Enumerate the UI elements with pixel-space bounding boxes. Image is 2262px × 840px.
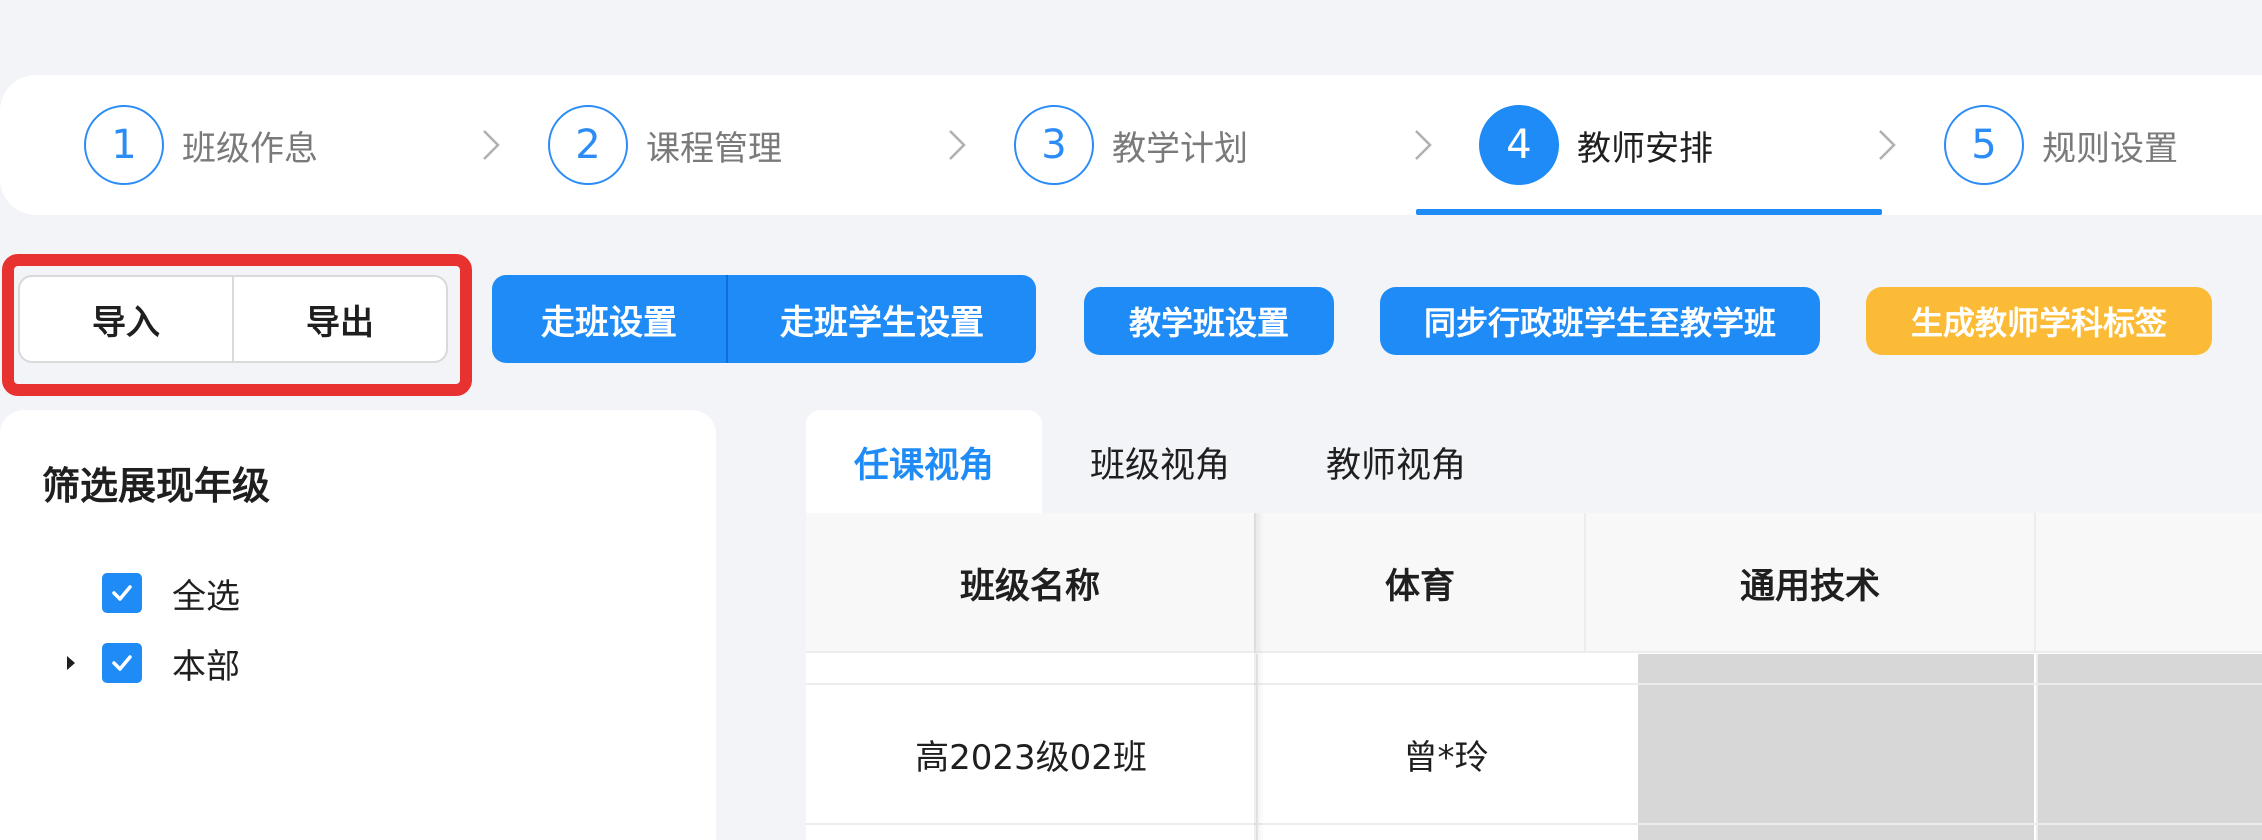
table-row-class-name: 高2023级02班 (915, 737, 1147, 778)
step-label: 规则设置 (2042, 128, 2178, 169)
walk-class-student-settings-button[interactable]: 走班学生设置 (728, 275, 1036, 363)
step-number: 5 (1944, 105, 2024, 185)
fixed-column-shadow (1254, 513, 1264, 840)
step-rule-settings[interactable]: 5 规则设置 (1944, 75, 2178, 215)
column-header-general-tech: 通用技术 (1586, 513, 2036, 653)
step-label: 班级作息 (182, 128, 318, 169)
chevron-right-icon (936, 125, 976, 165)
teaching-class-settings-button[interactable]: 教学班设置 (1084, 287, 1334, 355)
tab-teacher-view[interactable]: 教师视角 (1278, 410, 1514, 515)
sync-students-button[interactable]: 同步行政班学生至教学班 (1380, 287, 1820, 355)
walk-class-button-group: 走班设置 走班学生设置 (492, 275, 1036, 363)
caret-right-icon[interactable] (60, 643, 82, 683)
tree-item-select-all[interactable]: 全选 (60, 568, 240, 618)
chevron-right-icon (470, 125, 510, 165)
step-label: 教师安排 (1577, 128, 1713, 169)
step-number: 2 (548, 105, 628, 185)
tab-class-view[interactable]: 班级视角 (1042, 410, 1278, 515)
chevron-right-icon (1402, 125, 1442, 165)
step-number: 4 (1479, 105, 1559, 185)
step-teaching-plan[interactable]: 3 教学计划 (1014, 75, 1248, 215)
grade-filter-panel: 筛选展现年级 全选 本部 (0, 410, 716, 840)
walk-class-settings-button[interactable]: 走班设置 (492, 275, 728, 363)
active-step-underline (1416, 209, 1882, 215)
filter-title: 筛选展现年级 (42, 464, 271, 508)
view-tabs: 任课视角 班级视角 教师视角 (806, 410, 1514, 515)
tree-item-main-campus[interactable]: 本部 (60, 638, 240, 688)
checkbox-checked-icon[interactable] (102, 573, 142, 613)
chevron-right-icon (1866, 125, 1906, 165)
step-label: 课程管理 (646, 128, 782, 169)
unassigned-cell (2038, 654, 2262, 840)
column-header-class-name: 班级名称 (806, 513, 1256, 653)
checkbox-checked-icon[interactable] (102, 643, 142, 683)
step-teacher-arrangement[interactable]: 4 教师安排 (1479, 75, 1713, 215)
table-header: 班级名称 体育 通用技术 (806, 513, 2262, 653)
tab-course-view[interactable]: 任课视角 (806, 410, 1042, 515)
step-class-schedule[interactable]: 1 班级作息 (84, 75, 318, 215)
assignment-table: 班级名称 体育 通用技术 高2023级02班 曾*玲 (806, 513, 2262, 840)
tree-item-label: 全选 (172, 576, 240, 617)
highlight-annotation (2, 254, 472, 396)
step-number: 3 (1014, 105, 1094, 185)
unassigned-cell (1638, 654, 2034, 840)
table-row-pe-teacher[interactable]: 曾*玲 (1256, 685, 1636, 823)
step-course-management[interactable]: 2 课程管理 (548, 75, 782, 215)
step-label: 教学计划 (1112, 128, 1248, 169)
generate-teacher-tags-button[interactable]: 生成教师学科标签 (1866, 287, 2212, 355)
column-header-next (2036, 513, 2262, 653)
column-header-pe: 体育 (1256, 513, 1586, 653)
steps-bar: 1 班级作息 2 课程管理 3 教学计划 4 教师安排 5 规则设置 (0, 75, 2262, 215)
tree-item-label: 本部 (172, 646, 240, 687)
step-number: 1 (84, 105, 164, 185)
